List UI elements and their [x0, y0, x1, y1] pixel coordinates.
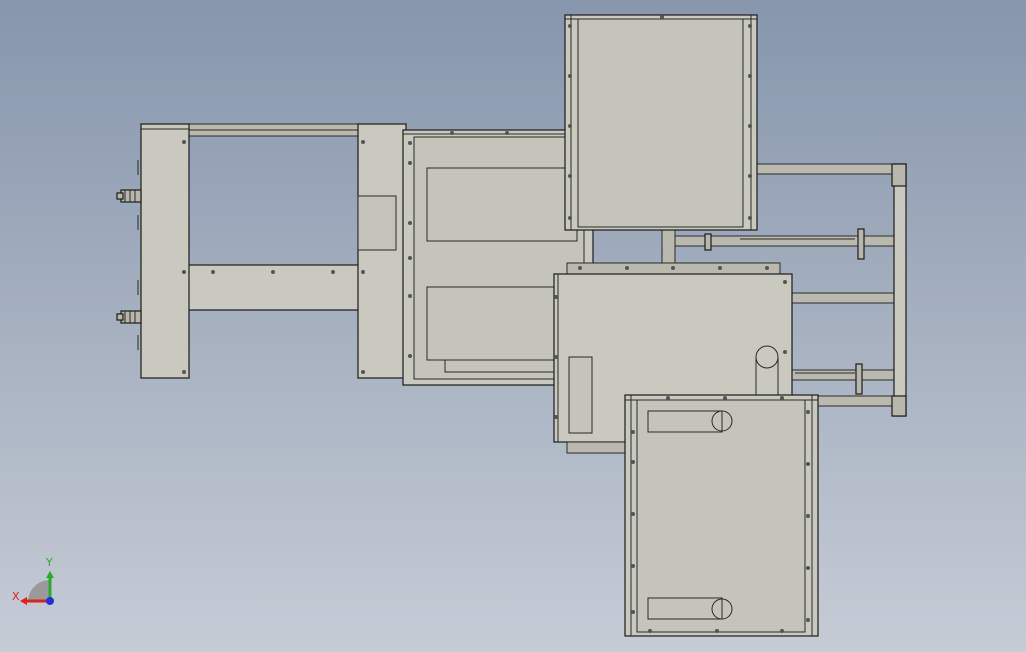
- left-connectors: [116, 160, 142, 350]
- cad-viewport[interactable]: X Y: [0, 0, 1026, 652]
- y-axis-arrowhead: [46, 571, 54, 578]
- middle-plate: [357, 123, 407, 379]
- triad-arc: [28, 580, 50, 602]
- top-right-panel: [564, 14, 758, 231]
- axis-triad: X Y: [12, 556, 54, 605]
- z-axis-origin: [46, 597, 54, 605]
- left-frame-rails: [187, 123, 361, 311]
- bottom-right-panel: [624, 394, 819, 637]
- left-end-plate: [140, 123, 190, 379]
- y-axis-label: Y: [45, 556, 53, 569]
- assembly-drawing: X Y: [12, 14, 907, 637]
- x-axis-label: X: [12, 590, 20, 603]
- x-axis-arrowhead: [20, 597, 27, 605]
